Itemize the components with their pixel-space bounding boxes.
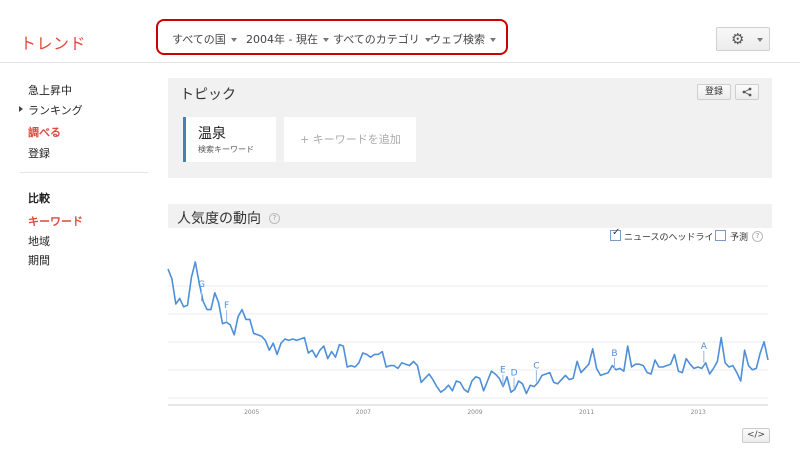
x-tick-label: 2009 — [467, 409, 482, 416]
annotation-label: A — [701, 342, 708, 352]
embed-button[interactable]: </> — [742, 428, 770, 443]
annotation-label: C — [533, 361, 539, 371]
annotation-label: G — [198, 280, 205, 290]
annotation-label: E — [500, 366, 506, 376]
x-tick-label: 2007 — [356, 409, 371, 416]
trend-chart: 2005 2007 2009 2011 2013 G F E D C B A — [167, 261, 769, 416]
x-tick-label: 2005 — [244, 409, 259, 416]
x-tick-label: 2011 — [579, 409, 594, 416]
annotation-label: B — [611, 349, 617, 359]
annotation-label: D — [511, 368, 518, 378]
trend-line — [167, 261, 769, 395]
x-tick-label: 2013 — [691, 409, 706, 416]
annotation-label: F — [224, 301, 229, 311]
